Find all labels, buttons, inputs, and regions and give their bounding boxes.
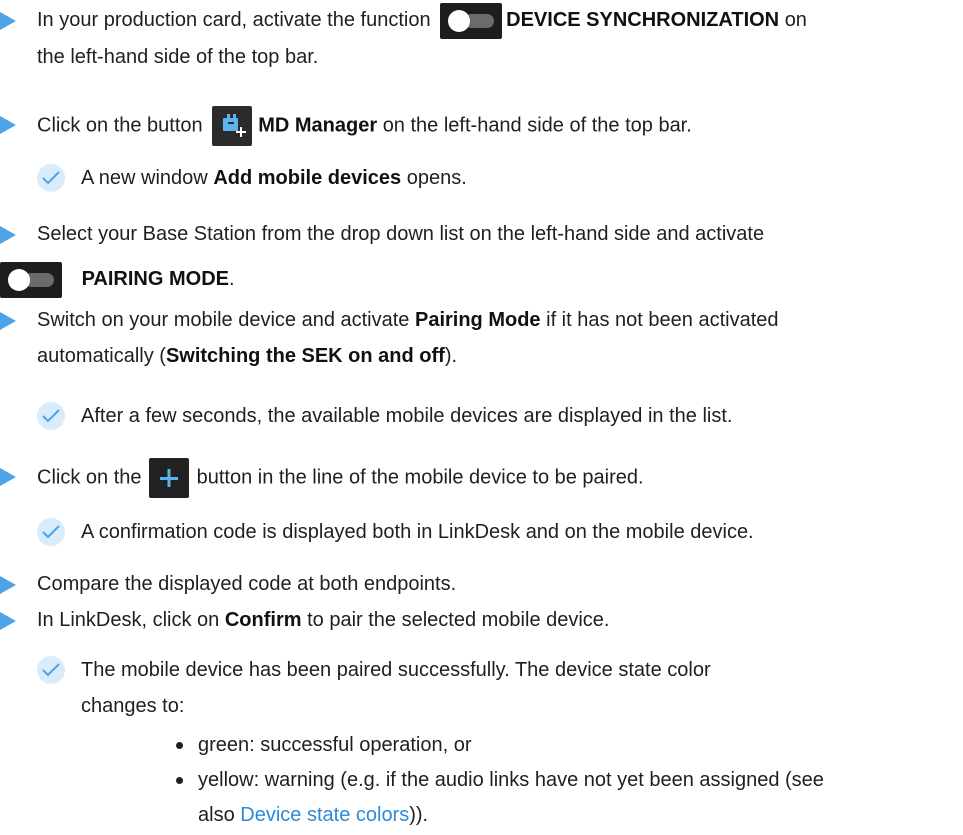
result-3: A confirmation code is displayed both in… [37, 514, 955, 550]
check-icon [37, 518, 65, 546]
step-7: In LinkDesk, click on Confirm to pair th… [0, 602, 955, 638]
check-icon [37, 402, 65, 430]
result-1: A new window Add mobile devices opens. [37, 160, 955, 196]
md-manager-label: MD Manager [258, 114, 378, 137]
check-icon [37, 164, 65, 192]
window-name: Add mobile devices [213, 167, 402, 189]
step-6: Compare the displayed code at both endpo… [0, 566, 955, 602]
pairing-mode-label: PAIRING MODE [81, 268, 229, 290]
step-5: Click on the button in the line of the m… [0, 458, 955, 498]
step-2: Click on the button MD Manager on the le… [0, 106, 955, 146]
step-1: In your production card, activate the fu… [0, 2, 955, 75]
confirm-label: Confirm [224, 609, 302, 631]
bullet-yellow: yellow: warning (e.g. if the audio links… [176, 762, 956, 798]
bullet-dot [176, 777, 183, 784]
device-state-colors-link[interactable]: Device state colors [240, 804, 409, 826]
bullet-green: green: successful operation, or [176, 727, 956, 763]
step-4: Switch on your mobile device and activat… [0, 302, 955, 374]
bullet-yellow-cont: also Device state colors)). [198, 804, 429, 826]
instruction-page: In your production card, activate the fu… [0, 0, 963, 835]
plus-icon [149, 458, 190, 498]
result-4: The mobile device has been paired succes… [37, 652, 955, 724]
step-arrow-icon [0, 116, 16, 134]
pairing-mode-text: Pairing Mode [414, 309, 541, 331]
sek-link[interactable]: Switching the SEK on and off [166, 345, 445, 367]
step-arrow-icon [0, 576, 16, 594]
toggle-icon [440, 2, 503, 39]
function-name: DEVICE SYNCHRONIZATION [506, 9, 780, 31]
bullet-dot [176, 742, 183, 749]
step-3: Select your Base Station from the drop d… [0, 216, 955, 298]
check-icon [37, 656, 65, 684]
step-text: In your production card, activate the fu… [37, 9, 431, 31]
step-arrow-icon [0, 226, 16, 244]
step-arrow-icon [0, 612, 16, 630]
step-arrow-icon [0, 468, 16, 486]
result-2: After a few seconds, the available mobil… [37, 398, 955, 434]
toggle-icon [0, 261, 62, 298]
step-arrow-icon [0, 312, 16, 330]
md-manager-icon [212, 106, 253, 146]
step-arrow-icon [0, 12, 16, 30]
